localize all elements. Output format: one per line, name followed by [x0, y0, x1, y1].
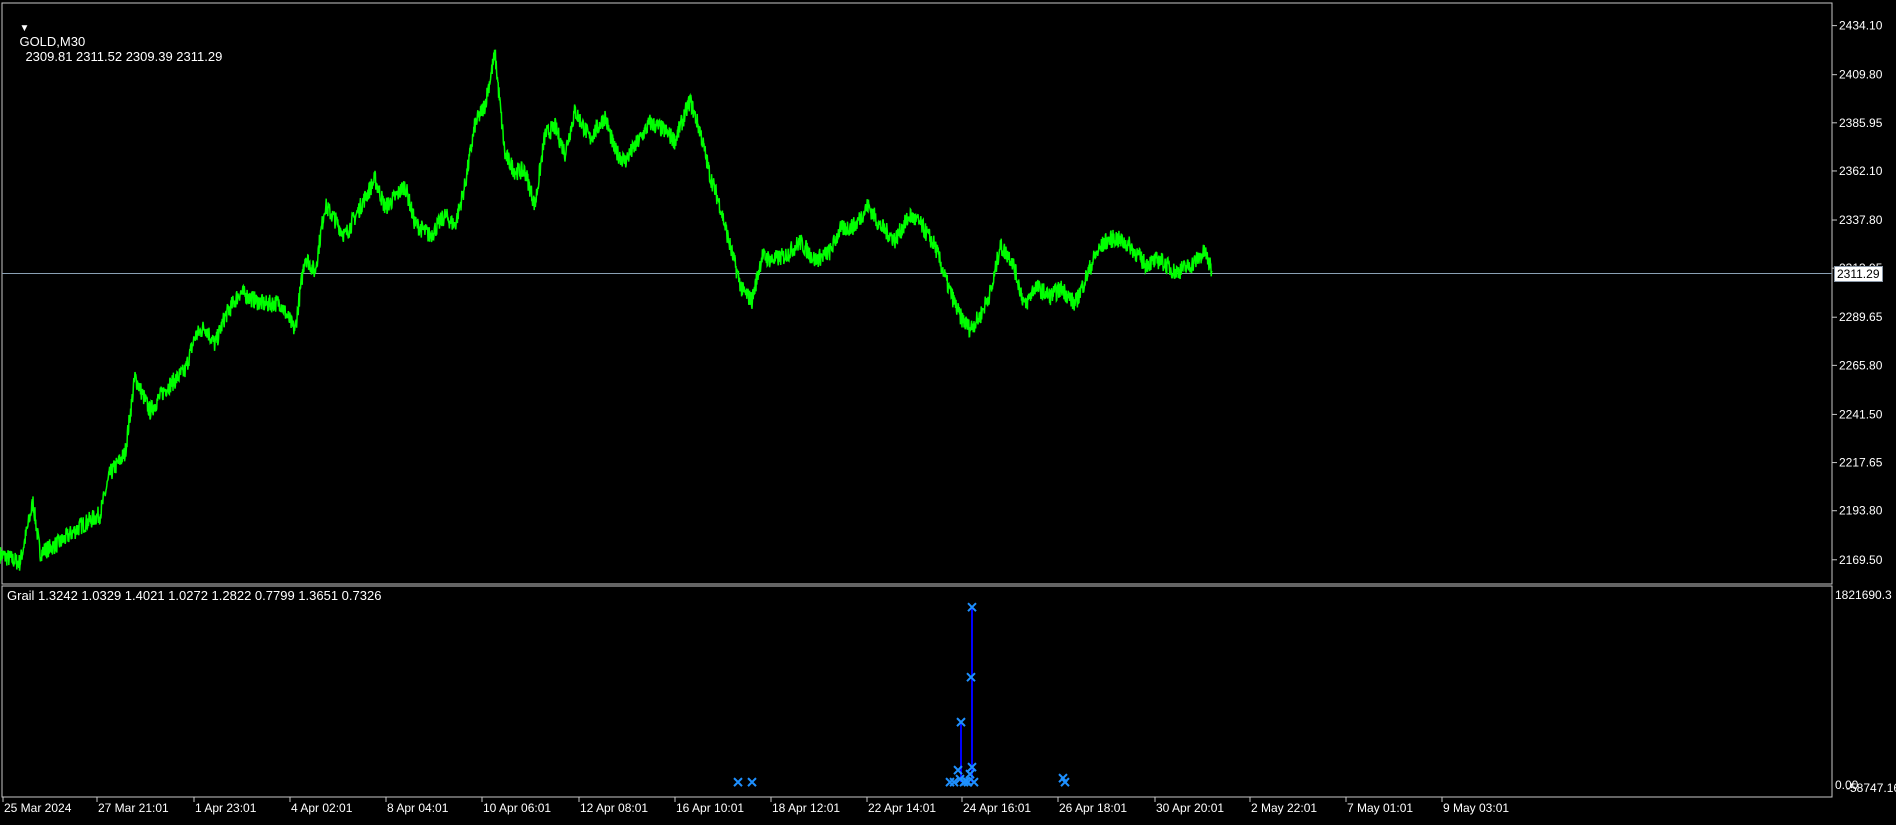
time-axis-label: 22 Apr 14:01	[868, 801, 936, 815]
time-axis-label: 18 Apr 12:01	[772, 801, 840, 815]
current-price-badge: 2311.29	[1834, 265, 1883, 282]
triangle-down-icon[interactable]: ▼	[19, 23, 29, 34]
time-axis-label: 9 May 03:01	[1443, 801, 1509, 815]
symbol-label: GOLD,M30	[19, 34, 86, 49]
time-axis-label: 4 Apr 02:01	[291, 801, 353, 815]
indicator-axis-max-label: 1821690.3	[1835, 588, 1892, 602]
price-axis-label: 2289.65	[1839, 310, 1883, 324]
time-axis-label: 30 Apr 20:01	[1156, 801, 1224, 815]
price-axis-label: 2434.10	[1839, 19, 1883, 33]
indicator-axis-min-label: -58747.16	[1846, 781, 1896, 795]
time-axis-label: 25 Mar 2024	[4, 801, 72, 815]
price-axis-label: 2337.80	[1839, 213, 1883, 227]
time-axis-label: 8 Apr 04:01	[387, 801, 449, 815]
price-axis-label: 2385.95	[1839, 116, 1883, 130]
time-axis-label: 10 Apr 06:01	[483, 801, 551, 815]
price-axis-label: 2217.65	[1839, 456, 1883, 470]
time-axis-label: 2 May 22:01	[1251, 801, 1317, 815]
chart-background	[0, 0, 1896, 820]
trading-chart-window[interactable]: 2434.102409.802385.952362.102337.802313.…	[0, 0, 1896, 820]
price-axis-label: 2241.50	[1839, 407, 1883, 421]
price-axis-label: 2193.80	[1839, 504, 1883, 518]
time-axis-label: 1 Apr 23:01	[195, 801, 257, 815]
price-axis-label: 2409.80	[1839, 68, 1883, 82]
time-axis-label: 26 Apr 18:01	[1059, 801, 1127, 815]
chart-title[interactable]: ▼ GOLD,M30 2309.81 2311.52 2309.39 2311.…	[5, 4, 222, 79]
time-axis-label: 7 May 01:01	[1347, 801, 1413, 815]
chart-canvas[interactable]: 2434.102409.802385.952362.102337.802313.…	[0, 0, 1896, 820]
indicator-title: Grail 1.3242 1.0329 1.4021 1.0272 1.2822…	[7, 588, 382, 603]
time-axis-label: 12 Apr 08:01	[580, 801, 648, 815]
time-axis-label: 27 Mar 21:01	[98, 801, 169, 815]
time-axis-label: 24 Apr 16:01	[963, 801, 1031, 815]
ohlc-values: 2309.81 2311.52 2309.39 2311.29	[25, 49, 223, 64]
price-axis-label: 2169.50	[1839, 553, 1883, 567]
time-axis-label: 16 Apr 10:01	[676, 801, 744, 815]
price-axis-label: 2362.10	[1839, 164, 1883, 178]
price-axis-label: 2265.80	[1839, 358, 1883, 372]
